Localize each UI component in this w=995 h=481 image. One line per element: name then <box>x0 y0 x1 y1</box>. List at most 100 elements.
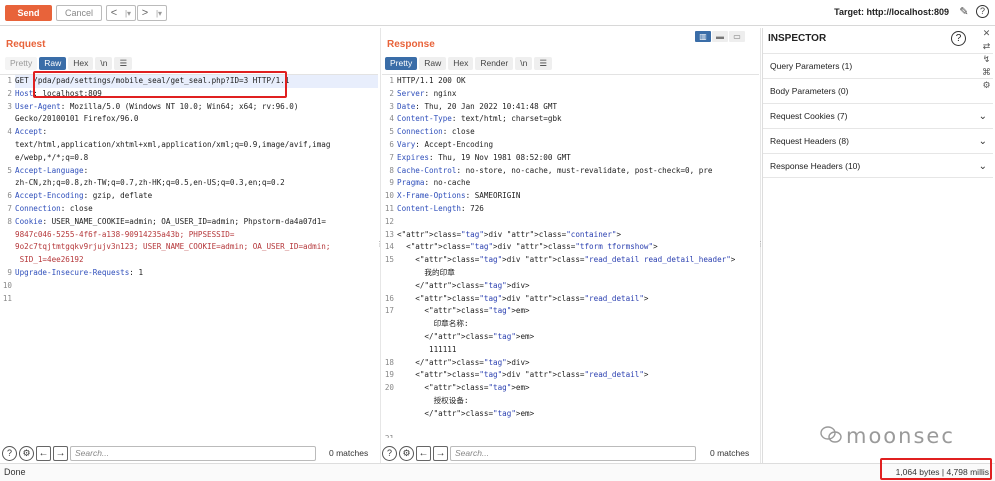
response-code-line[interactable]: X-Frame-Options: SAMEORIGIN <box>397 190 759 203</box>
response-tab-raw[interactable]: Raw <box>419 57 447 70</box>
response-code-line[interactable] <box>397 433 759 438</box>
response-code-line[interactable]: <"attr">class="tag">em> <box>397 382 759 395</box>
request-code-line[interactable]: SID_1=4ee26192 <box>15 254 378 267</box>
request-line-number: 4 <box>7 127 12 137</box>
request-code-line[interactable] <box>15 293 378 306</box>
response-code-line[interactable]: </"attr">class="tag">em> <box>397 331 759 344</box>
settings-gear-icon[interactable]: ⚙ <box>19 445 34 461</box>
response-editor[interactable]: 123456789101112131415161718192021 HTTP/1… <box>382 74 759 438</box>
request-code-line[interactable]: User-Agent: Mozilla/5.0 (Windows NT 10.0… <box>15 101 378 114</box>
response-tab-render[interactable]: Render <box>475 57 514 70</box>
request-line-number: 11 <box>2 293 12 303</box>
request-tab-hex[interactable]: Hex <box>68 57 94 70</box>
inspector-row-query-params[interactable]: Query Parameters (1) <box>763 53 993 78</box>
response-code-line[interactable]: Vary: Accept-Encoding <box>397 139 759 152</box>
forward-menu-icon[interactable]: |▾ <box>152 9 166 18</box>
response-code-line[interactable]: Pragma: no-cache <box>397 177 759 190</box>
response-code-line[interactable]: <"attr">class="tag">div "attr">class="re… <box>397 293 759 306</box>
search-prev-icon[interactable]: ← <box>36 445 51 461</box>
back-menu-icon[interactable]: |▾ <box>121 9 135 18</box>
request-tab-raw[interactable]: Raw <box>39 57 67 70</box>
forward-button[interactable]: > |▾ <box>137 5 167 21</box>
request-line-number: 5 <box>7 165 12 175</box>
response-code-line[interactable]: Connection: close <box>397 126 759 139</box>
response-code-line[interactable]: Expires: Thu, 19 Nov 1981 08:52:00 GMT <box>397 152 759 165</box>
request-code-line[interactable]: 9847c046-5255-4f6f-a138-90914235a43b; PH… <box>15 229 378 242</box>
response-code-line[interactable]: Cache-Control: no-store, no-cache, must-… <box>397 165 759 178</box>
request-tab-newline[interactable]: \n <box>95 57 113 70</box>
back-button[interactable]: < |▾ <box>106 5 136 21</box>
response-code-line[interactable]: Content-Length: 726 <box>397 203 759 216</box>
request-code-line[interactable]: Upgrade-Insecure-Requests: 1 <box>15 267 378 280</box>
settings-gear-icon[interactable]: ⚙ <box>399 445 414 461</box>
request-code[interactable]: GET /pda/pad/settings/mobile_seal/get_se… <box>15 75 378 305</box>
response-code-line[interactable]: </"attr">class="tag">div> <box>397 280 759 293</box>
send-button[interactable]: Send <box>5 5 52 21</box>
response-menu-icon[interactable]: ☰ <box>534 57 552 70</box>
response-code-line[interactable]: <"attr">class="tag">div "attr">class="re… <box>397 369 759 382</box>
response-tab-newline[interactable]: \n <box>515 57 533 70</box>
request-code-line[interactable]: Cookie: USER_NAME_COOKIE=admin; OA_USER_… <box>15 216 378 229</box>
response-code-line[interactable]: Server: nginx <box>397 88 759 101</box>
response-tab-hex[interactable]: Hex <box>448 57 474 70</box>
response-code-line[interactable]: 授权设备: <box>397 395 759 408</box>
cancel-button[interactable]: Cancel <box>56 5 102 21</box>
chevron-down-icon[interactable]: ⌄ <box>979 154 987 179</box>
search-prev-icon[interactable]: ← <box>416 445 431 461</box>
request-code-line[interactable]: 9o2c7tqjtmtgqkv9rjujv3n123; USER_NAME_CO… <box>15 241 378 254</box>
response-line-number: 16 <box>384 293 394 303</box>
response-code-line[interactable]: 我的印章 <box>397 267 759 280</box>
request-menu-icon[interactable]: ☰ <box>114 57 133 70</box>
request-code-line[interactable]: Gecko/20100101 Firefox/96.0 <box>15 113 378 126</box>
response-code-line[interactable]: HTTP/1.1 200 OK <box>397 75 759 88</box>
request-code-line[interactable]: Accept-Language: <box>15 165 378 178</box>
response-code-line[interactable]: </"attr">class="tag">em> <box>397 408 759 421</box>
layout-split-icon[interactable]: ▥ <box>695 31 711 42</box>
request-editor[interactable]: 1 2 3 4 5 6 7 8 9 10 11 GET /pda/pad/settings/mobi… <box>0 74 378 438</box>
request-code-line[interactable]: text/html,application/xhtml+xml,applicat… <box>15 139 378 152</box>
request-code-line[interactable]: Connection: close <box>15 203 378 216</box>
layout-single-icon[interactable]: ▭ <box>729 31 745 42</box>
inspector-help-icon[interactable]: ? <box>951 31 966 46</box>
response-code-line[interactable]: 111111 <box>397 344 759 357</box>
response-code-line[interactable]: Content-Type: text/html; charset=gbk <box>397 113 759 126</box>
response-line-number <box>382 331 394 344</box>
request-code-line[interactable]: e/webp,*/*;q=0.8 <box>15 152 378 165</box>
search-next-icon[interactable]: → <box>53 445 68 461</box>
response-code-line[interactable]: <"attr">class="tag">div "attr">class="re… <box>397 254 759 267</box>
side-tool-icon[interactable]: ⌘ <box>978 67 995 80</box>
request-code-line[interactable]: zh-CN,zh;q=0.8,zh-TW;q=0.7,zh-HK;q=0.5,e… <box>15 177 378 190</box>
side-tool-icon[interactable]: ↯ <box>978 54 995 67</box>
chevron-down-icon[interactable]: ⌄ <box>979 129 987 154</box>
inspector-row-body-params[interactable]: Body Parameters (0) <box>763 78 993 103</box>
inspector-row-request-cookies[interactable]: Request Cookies (7) ⌄ <box>763 103 993 128</box>
request-code-line[interactable]: Accept: <box>15 126 378 139</box>
request-code-line[interactable] <box>15 280 378 293</box>
response-code-line[interactable]: <"attr">class="tag">em> <box>397 305 759 318</box>
request-search-input[interactable]: Search... <box>70 445 316 461</box>
request-search-bar: ? ⚙ ← → Search... <box>2 444 316 462</box>
help-icon[interactable]: ? <box>382 445 397 461</box>
response-code[interactable]: HTTP/1.1 200 OK Server: nginx Date: Thu, 2… <box>397 75 759 438</box>
response-search-input[interactable]: Search... <box>450 445 696 461</box>
search-next-icon[interactable]: → <box>433 445 448 461</box>
response-code-line[interactable]: <"attr">class="tag">div "attr">class="co… <box>397 229 759 242</box>
layout-horizontal-icon[interactable]: ▬ <box>712 31 728 42</box>
help-icon[interactable]: ? <box>2 445 17 461</box>
response-code-line[interactable]: Date: Thu, 20 Jan 2022 10:41:48 GMT <box>397 101 759 114</box>
response-tab-pretty[interactable]: Pretty <box>385 57 418 70</box>
side-tool-icon[interactable]: ⇄ <box>978 41 995 54</box>
response-code-line[interactable] <box>397 216 759 229</box>
side-tool-icon[interactable]: ⚙ <box>978 80 995 93</box>
response-code-line[interactable] <box>397 421 759 434</box>
close-icon[interactable]: ✕ <box>978 28 995 41</box>
edit-pencil-icon[interactable]: ✎ <box>957 5 971 19</box>
request-tab-pretty[interactable]: Pretty <box>5 57 38 70</box>
response-code-line[interactable]: 印章名称: <box>397 318 759 331</box>
request-code-line[interactable]: Accept-Encoding: gzip, deflate <box>15 190 378 203</box>
inspector-row-response-headers[interactable]: Response Headers (10) ⌄ <box>763 153 993 178</box>
inspector-row-request-headers[interactable]: Request Headers (8) ⌄ <box>763 128 993 153</box>
response-code-line[interactable]: </"attr">class="tag">div> <box>397 357 759 370</box>
response-code-line[interactable]: <"attr">class="tag">div "attr">class="tf… <box>397 241 759 254</box>
help-icon[interactable]: ? <box>976 5 989 18</box>
